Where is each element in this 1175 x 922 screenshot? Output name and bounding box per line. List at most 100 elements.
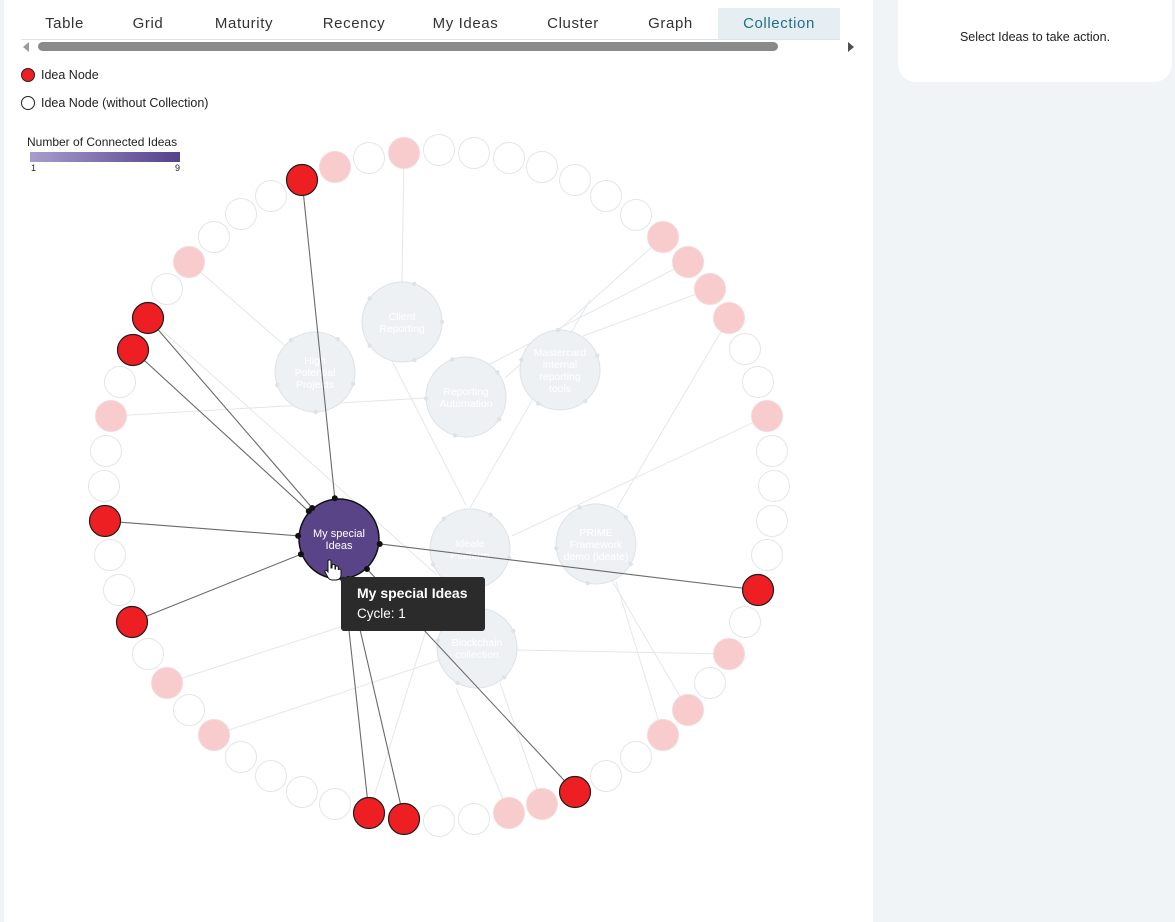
collection-label-line: High bbox=[304, 355, 326, 367]
idea-node-without-collection[interactable] bbox=[88, 470, 120, 502]
idea-node-without-collection[interactable] bbox=[225, 198, 257, 230]
connection-dot bbox=[435, 638, 440, 643]
idea-node-without-collection[interactable] bbox=[559, 164, 591, 196]
idea-node-without-collection[interactable] bbox=[198, 221, 230, 253]
idea-node-without-collection[interactable] bbox=[151, 273, 183, 305]
idea-node-faded[interactable] bbox=[713, 638, 745, 670]
idea-node-without-collection[interactable] bbox=[286, 776, 318, 808]
collection-label-line: Ideas bbox=[326, 540, 353, 552]
idea-node-without-collection[interactable] bbox=[526, 151, 558, 183]
idea-node-without-collection[interactable] bbox=[90, 435, 122, 467]
collection-label-line: Blockchain bbox=[452, 637, 503, 649]
connection-dot bbox=[412, 357, 417, 363]
idea-node-without-collection[interactable] bbox=[103, 574, 135, 606]
idea-node-faded[interactable] bbox=[388, 137, 420, 169]
idea-node-faded[interactable] bbox=[647, 719, 679, 751]
connection-dot bbox=[502, 675, 507, 680]
idea-node[interactable] bbox=[115, 605, 149, 639]
idea-node[interactable] bbox=[131, 301, 165, 335]
idea-node-without-collection[interactable] bbox=[225, 741, 257, 773]
idea-node-without-collection[interactable] bbox=[173, 694, 205, 726]
action-panel: Select Ideas to take action. bbox=[898, 0, 1172, 82]
tooltip-title: My special Ideas bbox=[357, 585, 468, 601]
collection-label-line: Automation bbox=[439, 398, 492, 410]
idea-node-without-collection[interactable] bbox=[751, 539, 783, 571]
connection-dot bbox=[423, 396, 429, 401]
idea-node-without-collection[interactable] bbox=[255, 760, 287, 792]
idea-node[interactable] bbox=[352, 796, 386, 830]
faded-edge bbox=[511, 415, 768, 537]
idea-node-without-collection[interactable] bbox=[756, 435, 788, 467]
idea-node-without-collection[interactable] bbox=[590, 180, 622, 212]
idea-node-faded[interactable] bbox=[173, 246, 205, 278]
collection-label-line: Mastercard bbox=[534, 347, 587, 359]
idea-node-faded[interactable] bbox=[493, 797, 525, 829]
idea-node[interactable] bbox=[88, 504, 122, 538]
connection-dot bbox=[555, 327, 561, 333]
idea-node-without-collection[interactable] bbox=[255, 180, 287, 212]
idea-node-without-collection[interactable] bbox=[758, 470, 790, 502]
idea-node-without-collection[interactable] bbox=[493, 142, 525, 174]
connection-dot bbox=[335, 337, 341, 342]
idea-node-without-collection[interactable] bbox=[729, 606, 761, 638]
idea-node-without-collection[interactable] bbox=[104, 366, 136, 398]
connection-dot bbox=[331, 495, 338, 502]
idea-node-without-collection[interactable] bbox=[756, 505, 788, 537]
idea-node-without-collection[interactable] bbox=[729, 333, 761, 365]
connection-dot bbox=[628, 561, 633, 567]
collection-node-reporting-automation[interactable]: ReportingAutomation bbox=[423, 356, 507, 438]
connection-dot bbox=[577, 505, 582, 510]
faded-edge bbox=[516, 649, 730, 655]
idea-node-faded[interactable] bbox=[319, 151, 351, 183]
idea-node-faded[interactable] bbox=[672, 694, 704, 726]
idea-node[interactable] bbox=[558, 775, 592, 809]
connection-dot bbox=[288, 337, 294, 343]
idea-node-faded[interactable] bbox=[526, 788, 558, 820]
faded-edge bbox=[455, 687, 510, 814]
tooltip-subtitle: Cycle: 1 bbox=[357, 606, 406, 621]
idea-node-without-collection[interactable] bbox=[94, 539, 126, 571]
idea-node-without-collection[interactable] bbox=[423, 134, 455, 166]
collection-label-line: reporting bbox=[539, 371, 581, 383]
connection-dot bbox=[536, 401, 541, 406]
collection-node-high-potential[interactable]: HighPotentialProjects bbox=[274, 331, 356, 415]
idea-node-faded[interactable] bbox=[672, 246, 704, 278]
idea-node-without-collection[interactable] bbox=[620, 741, 652, 773]
collection-label-line: Ideate bbox=[455, 538, 484, 550]
idea-node-faded[interactable] bbox=[151, 667, 183, 699]
connection-dot bbox=[295, 532, 302, 539]
idea-node[interactable] bbox=[741, 573, 775, 607]
idea-node-without-collection[interactable] bbox=[742, 366, 774, 398]
collection-graph[interactable]: ClientReportingHighPotentialProjects Repo… bbox=[0, 0, 875, 922]
collection-label-line: collection bbox=[455, 649, 499, 661]
idea-node-without-collection[interactable] bbox=[353, 142, 385, 174]
collection-node-client-reporting[interactable]: ClientReporting bbox=[361, 281, 445, 363]
collection-label-line: PRIME bbox=[579, 527, 612, 539]
idea-node-without-collection[interactable] bbox=[620, 199, 652, 231]
idea-node-without-collection[interactable] bbox=[423, 805, 455, 837]
idea-node-without-collection[interactable] bbox=[694, 667, 726, 699]
idea-node[interactable] bbox=[116, 333, 150, 367]
idea-node-faded[interactable] bbox=[647, 221, 679, 253]
idea-node[interactable] bbox=[285, 163, 319, 197]
idea-node-without-collection[interactable] bbox=[319, 788, 351, 820]
collection-label-line: demo (ideate) bbox=[564, 551, 629, 563]
connection-dot bbox=[496, 417, 502, 422]
connection-dot bbox=[519, 357, 524, 362]
connection-dot bbox=[455, 680, 460, 686]
connection-dot bbox=[623, 515, 628, 520]
idea-node-faded[interactable] bbox=[751, 400, 783, 432]
idea-node-faded[interactable] bbox=[95, 400, 127, 432]
collection-node-mastercard-reporting[interactable]: Mastercardinternalreportingtools bbox=[519, 327, 601, 411]
idea-node-faded[interactable] bbox=[713, 302, 745, 334]
connection-dot bbox=[430, 562, 436, 567]
idea-node-without-collection[interactable] bbox=[458, 137, 490, 169]
connection-dot bbox=[595, 353, 600, 358]
idea-node-faded[interactable] bbox=[198, 719, 230, 751]
faded-edge bbox=[616, 317, 730, 509]
idea-node[interactable] bbox=[387, 802, 421, 836]
idea-node-faded[interactable] bbox=[694, 273, 726, 305]
idea-node-without-collection[interactable] bbox=[132, 638, 164, 670]
idea-node-without-collection[interactable] bbox=[590, 760, 622, 792]
idea-node-without-collection[interactable] bbox=[458, 803, 490, 835]
